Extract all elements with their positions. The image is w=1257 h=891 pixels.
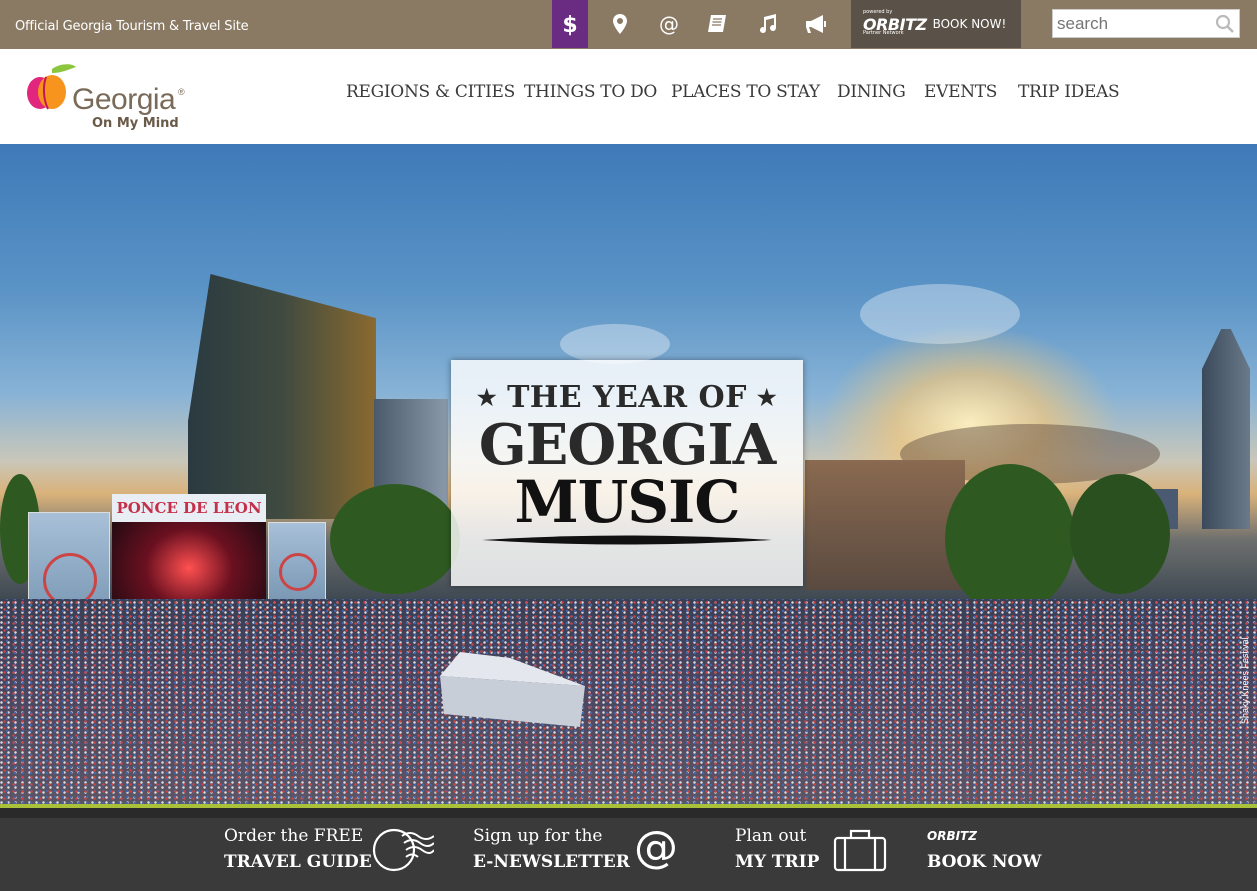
cta-e-newsletter-small: Sign up for the bbox=[473, 826, 603, 846]
nav-events[interactable]: EVENTS bbox=[924, 82, 997, 102]
hero-tree bbox=[945, 464, 1075, 614]
nav-places-to-stay[interactable]: PLACES TO STAY bbox=[671, 82, 820, 102]
cta-e-newsletter-big: E-NEWSLETTER bbox=[473, 852, 630, 872]
video-thumbnail-strip bbox=[0, 808, 1257, 818]
hero-building bbox=[1202, 329, 1250, 529]
orbitz-small-logo: ORBITZ bbox=[927, 829, 977, 843]
hero-cloud bbox=[560, 324, 670, 364]
music-note-icon[interactable] bbox=[749, 0, 785, 48]
search-box bbox=[1052, 9, 1240, 38]
cta-my-trip-small: Plan out bbox=[735, 826, 807, 846]
site-label: Official Georgia Tourism & Travel Site bbox=[15, 19, 249, 34]
hero-tree bbox=[330, 484, 460, 594]
map-pin-icon[interactable] bbox=[602, 0, 638, 48]
logo-wordmark: Georgia bbox=[72, 83, 176, 116]
cta-travel-guide-big: TRAVEL GUIDE bbox=[224, 852, 372, 872]
nav-trip-ideas[interactable]: TRIP IDEAS bbox=[1018, 82, 1120, 102]
hero-skyscraper bbox=[188, 274, 376, 519]
hero-cloud bbox=[860, 284, 1020, 344]
suitcase-icon bbox=[833, 829, 887, 872]
cta-travel-guide[interactable]: Order the FREE TRAVEL GUIDE bbox=[224, 824, 372, 876]
stage-sign: PONCE DE LEON bbox=[112, 494, 266, 522]
cta-bar: Order the FREE TRAVEL GUIDE Sign up for … bbox=[0, 818, 1257, 891]
orbitz-cta-label: BOOK NOW! bbox=[932, 17, 1007, 31]
nav-dining[interactable]: DINING bbox=[837, 82, 906, 102]
star-icon: ★ bbox=[476, 384, 498, 411]
feature-line1: ★ THE YEAR OF ★ bbox=[477, 380, 777, 415]
cta-book-now[interactable]: ORBITZ BOOK NOW bbox=[927, 824, 1041, 876]
hero-crowd bbox=[0, 599, 1257, 804]
feature-swash bbox=[482, 535, 772, 545]
feature-title-georgia: GEORGIA bbox=[478, 412, 776, 478]
cta-travel-guide-small: Order the FREE bbox=[224, 826, 364, 846]
megaphone-icon[interactable] bbox=[798, 0, 834, 48]
svg-text:@: @ bbox=[659, 13, 679, 35]
logo-tagline: On My Mind bbox=[92, 116, 179, 131]
feature-title-music: MUSIC bbox=[514, 468, 741, 536]
cta-book-now-big: BOOK NOW bbox=[927, 852, 1042, 872]
book-icon[interactable] bbox=[700, 0, 736, 48]
peach-icon bbox=[27, 64, 76, 110]
nav-things-to-do[interactable]: THINGS TO DO bbox=[524, 82, 657, 102]
feature-heading: THE YEAR OF bbox=[507, 380, 747, 415]
cta-e-newsletter[interactable]: Sign up for the E-NEWSLETTER bbox=[473, 824, 630, 876]
hero-tent bbox=[440, 652, 585, 727]
cta-my-trip[interactable]: Plan out MY TRIP bbox=[735, 824, 819, 876]
year-of-georgia-music-feature[interactable]: ★ THE YEAR OF ★ GEORGIA MUSIC bbox=[451, 360, 803, 586]
svg-text:$: $ bbox=[562, 13, 577, 36]
photo-credit: Shaky Knees Festival bbox=[1240, 637, 1250, 724]
at-icon[interactable]: @ bbox=[651, 0, 687, 48]
cta-my-trip-big: MY TRIP bbox=[735, 852, 820, 872]
at-sign-icon: @ bbox=[634, 824, 678, 870]
postmark-icon bbox=[372, 828, 434, 872]
orbitz-book-now[interactable]: powered by ORBITZ Partner Network BOOK N… bbox=[851, 0, 1021, 48]
star-icon: ★ bbox=[756, 384, 778, 411]
utility-bar: Official Georgia Tourism & Travel Site $… bbox=[0, 0, 1257, 49]
orbitz-logo: powered by ORBITZ Partner Network bbox=[863, 8, 927, 36]
search-input[interactable] bbox=[1053, 10, 1211, 37]
nav-regions-cities[interactable]: REGIONS & CITIES bbox=[346, 82, 515, 102]
georgia-logo[interactable]: Georgia ® On My Mind bbox=[26, 61, 196, 131]
svg-text:@: @ bbox=[634, 824, 678, 870]
logo-registered-mark: ® bbox=[178, 87, 185, 97]
hero-building bbox=[805, 460, 965, 590]
search-icon[interactable] bbox=[1215, 14, 1235, 39]
dollar-icon[interactable]: $ bbox=[552, 0, 588, 48]
hero-banner: PONCE DE LEON Shaky Knees Festival ★ THE… bbox=[0, 144, 1257, 804]
site-header: Georgia ® On My Mind REGIONS & CITIES TH… bbox=[0, 49, 1257, 144]
hero-tree bbox=[1070, 474, 1170, 594]
